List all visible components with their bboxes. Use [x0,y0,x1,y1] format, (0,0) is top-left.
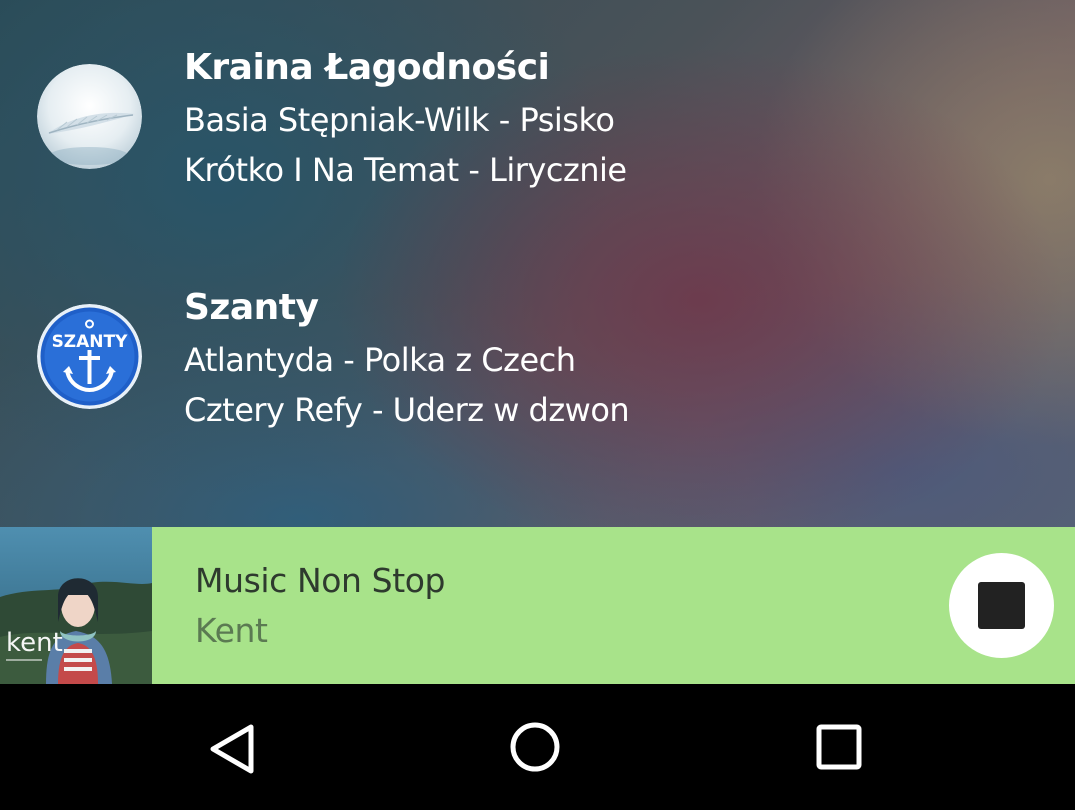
back-triangle-icon [210,724,254,774]
logo-text: SZANTY [52,332,129,352]
station-list: Kraina Łagodności Basia Stępniak-Wilk - … [0,0,1075,527]
station-item-kraina[interactable]: Kraina Łagodności Basia Stępniak-Wilk - … [0,30,1075,200]
station-item-szanty[interactable]: SZANTY Szanty Atlantyda - Polka z Czech … [0,270,1075,440]
cover-text: kent [6,628,63,658]
track-line: Atlantyda - Polka z Czech [184,341,576,379]
home-circle-icon [510,722,560,772]
navigation-bar [0,684,1075,810]
now-playing-bar[interactable]: kent Music Non Stop Kent [0,527,1075,684]
stop-icon [978,582,1025,629]
album-cover-icon: kent [0,527,152,684]
feather-icon [37,64,142,169]
home-button[interactable] [500,714,570,784]
now-playing-title: Music Non Stop [195,561,446,600]
station-name: Kraina Łagodności [184,47,550,88]
anchor-icon: SZANTY [37,304,142,409]
track-line: Cztery Refy - Uderz w dzwon [184,391,630,429]
recents-square-icon [816,724,862,770]
station-text: Kraina Łagodności Basia Stępniak-Wilk - … [184,47,627,189]
now-playing-artist: Kent [195,611,268,650]
station-text: Szanty Atlantyda - Polka z Czech Cztery … [184,287,630,429]
radio-app-screen: Kraina Łagodności Basia Stępniak-Wilk - … [0,0,1075,810]
back-button[interactable] [198,714,268,784]
track-line: Basia Stępniak-Wilk - Psisko [184,101,615,139]
recents-button[interactable] [804,714,874,784]
stop-button[interactable] [949,553,1054,658]
track-line: Krótko I Na Temat - Lirycznie [184,151,627,189]
station-name: Szanty [184,287,319,328]
